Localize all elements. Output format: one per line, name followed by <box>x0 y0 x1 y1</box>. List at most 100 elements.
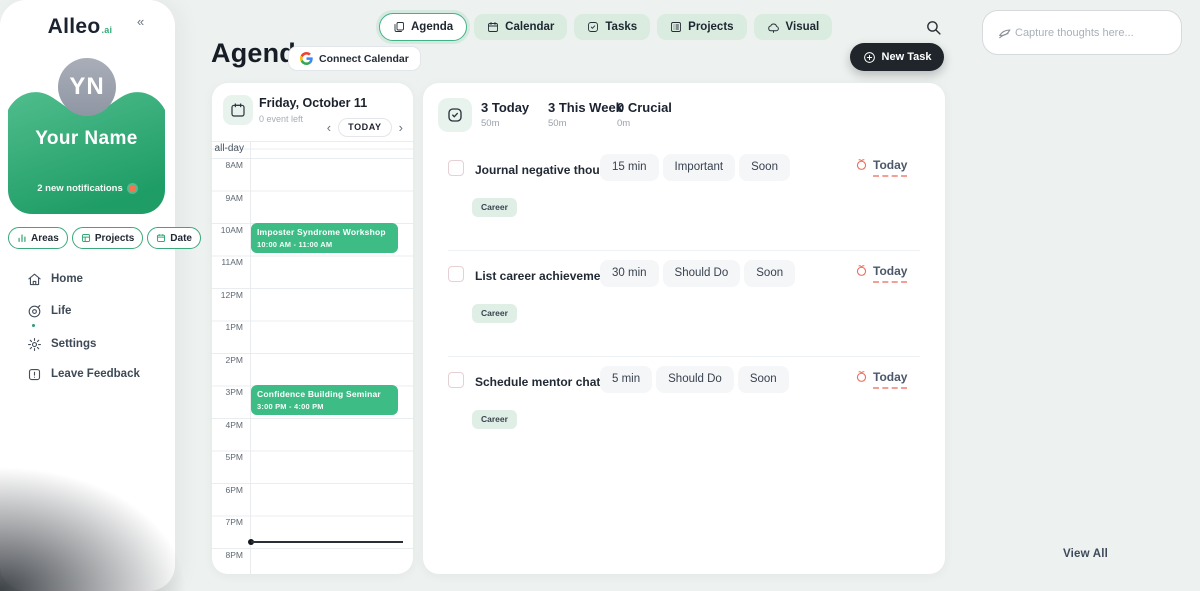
view-all-link[interactable]: View All <box>1063 548 1108 560</box>
tab-projects[interactable]: Projects <box>657 14 746 40</box>
life-notification-dot <box>32 324 35 327</box>
areas-icon <box>17 233 27 243</box>
time-label: 7PM <box>212 517 243 527</box>
new-task-button[interactable]: New Task <box>850 43 944 71</box>
sidebar-item-settings[interactable]: Settings <box>27 333 96 355</box>
time-label: 3PM <box>212 387 243 397</box>
event-time: 10:00 AM - 11:00 AM <box>257 240 392 249</box>
task-due-badge[interactable]: Today <box>855 370 907 389</box>
gear-icon <box>27 337 42 352</box>
tab-label: Projects <box>688 21 733 33</box>
sidebar-item-life[interactable]: Life <box>27 300 71 322</box>
task-due-label: Today <box>873 158 907 177</box>
projects-icon <box>81 233 91 243</box>
task-priority-pill[interactable]: Should Do <box>656 366 734 393</box>
time-label: 6PM <box>212 485 243 495</box>
filter-projects-button[interactable]: Projects <box>72 227 143 249</box>
collapse-sidebar-icon[interactable]: « <box>133 12 148 31</box>
filter-label: Areas <box>31 233 59 244</box>
calendar-event[interactable]: Imposter Syndrome Workshop 10:00 AM - 11… <box>251 223 398 253</box>
notification-dot-icon <box>129 185 136 192</box>
task-priority-pill[interactable]: Important <box>663 154 736 181</box>
stat-label: 0 Crucial <box>617 100 672 115</box>
app-logo-text: Alleo <box>48 15 101 38</box>
feedback-icon <box>27 367 42 382</box>
task-checkbox[interactable] <box>448 266 464 282</box>
stat-crucial: 0 Crucial 0m <box>617 100 672 129</box>
task-due-badge[interactable]: Today <box>855 264 907 283</box>
tab-calendar[interactable]: Calendar <box>474 14 567 40</box>
date-icon <box>156 233 166 243</box>
sidebar-item-home[interactable]: Home <box>27 268 83 290</box>
task-urgency-pill[interactable]: Soon <box>739 154 790 181</box>
task-row: List career achievements 30 min Should D… <box>423 261 945 356</box>
calendar-icon <box>230 102 246 118</box>
event-title: Confidence Building Seminar <box>257 389 392 399</box>
filter-date-button[interactable]: Date <box>147 227 201 249</box>
task-duration-pill[interactable]: 15 min <box>600 154 659 181</box>
task-urgency-pill[interactable]: Soon <box>744 260 795 287</box>
calendar-event[interactable]: Confidence Building Seminar 3:00 PM - 4:… <box>251 385 398 415</box>
time-label: 8AM <box>212 160 243 170</box>
calendar-date-title: Friday, October 11 <box>259 96 367 110</box>
notifications[interactable]: 2 new notifications <box>8 183 165 194</box>
task-row: Schedule mentor chat 5 min Should Do Soo… <box>423 367 945 462</box>
task-title: List career achievements <box>475 269 618 283</box>
task-attributes: 30 min Should Do Soon <box>600 260 795 287</box>
sidebar: Alleo.ai « YN Your Name 2 new notificati… <box>0 0 175 591</box>
stat-duration: 0m <box>617 118 672 129</box>
task-checkbox[interactable] <box>448 160 464 176</box>
tab-tasks[interactable]: Tasks <box>574 14 650 40</box>
stat-today: 3 Today 50m <box>481 100 529 129</box>
task-title: Schedule mentor chat <box>475 375 600 389</box>
time-label: 11AM <box>212 257 243 267</box>
connect-calendar-label: Connect Calendar <box>319 53 409 65</box>
next-day-icon[interactable]: › <box>399 118 403 137</box>
task-checkbox[interactable] <box>448 372 464 388</box>
prev-day-icon[interactable]: ‹ <box>327 118 331 137</box>
task-duration-pill[interactable]: 30 min <box>600 260 659 287</box>
all-day-label: all-day <box>212 143 244 154</box>
sidebar-item-label: Settings <box>51 338 96 350</box>
life-target-icon <box>27 304 42 319</box>
connect-calendar-button[interactable]: Connect Calendar <box>288 46 421 71</box>
search-icon[interactable] <box>925 19 943 37</box>
tasks-icon <box>587 21 599 33</box>
sidebar-item-leave-feedback[interactable]: Leave Feedback <box>27 363 140 385</box>
home-icon <box>27 272 42 287</box>
task-tag[interactable]: Career <box>472 304 517 323</box>
task-attributes: 5 min Should Do Soon <box>600 366 789 393</box>
task-due-badge[interactable]: Today <box>855 158 907 177</box>
divider <box>448 250 920 251</box>
quill-icon <box>997 26 1013 40</box>
tomato-icon <box>855 370 868 383</box>
task-row: Journal negative thoughts 15 min Importa… <box>423 155 945 250</box>
time-label: 10AM <box>212 225 243 235</box>
filter-areas-button[interactable]: Areas <box>8 227 68 249</box>
google-icon <box>300 52 313 65</box>
task-priority-pill[interactable]: Should Do <box>663 260 741 287</box>
filter-label: Date <box>170 233 192 244</box>
tab-agenda[interactable]: Agenda <box>379 13 467 41</box>
sidebar-item-label: Leave Feedback <box>51 368 140 380</box>
task-duration-pill[interactable]: 5 min <box>600 366 652 393</box>
task-tag[interactable]: Career <box>472 198 517 217</box>
stat-this-week: 3 This Week 50m <box>548 100 623 129</box>
avatar[interactable]: YN <box>58 58 116 116</box>
task-urgency-pill[interactable]: Soon <box>738 366 789 393</box>
tab-visual[interactable]: Visual <box>754 14 833 40</box>
task-due-label: Today <box>873 370 907 389</box>
today-button[interactable]: TODAY <box>338 118 392 137</box>
tab-label: Calendar <box>505 21 554 33</box>
task-due-label: Today <box>873 264 907 283</box>
tomato-icon <box>855 158 868 171</box>
divider <box>448 356 920 357</box>
time-label: 2PM <box>212 355 243 365</box>
top-navigation: Agenda Calendar Tasks Projects Visual <box>379 14 832 41</box>
calendar-panel: Friday, October 11 0 event left ‹ TODAY … <box>212 83 413 574</box>
filter-label: Projects <box>95 233 134 244</box>
time-label: 1PM <box>212 322 243 332</box>
capture-thoughts-input[interactable] <box>1015 12 1175 53</box>
task-tag[interactable]: Career <box>472 410 517 429</box>
projects-icon <box>670 21 682 33</box>
